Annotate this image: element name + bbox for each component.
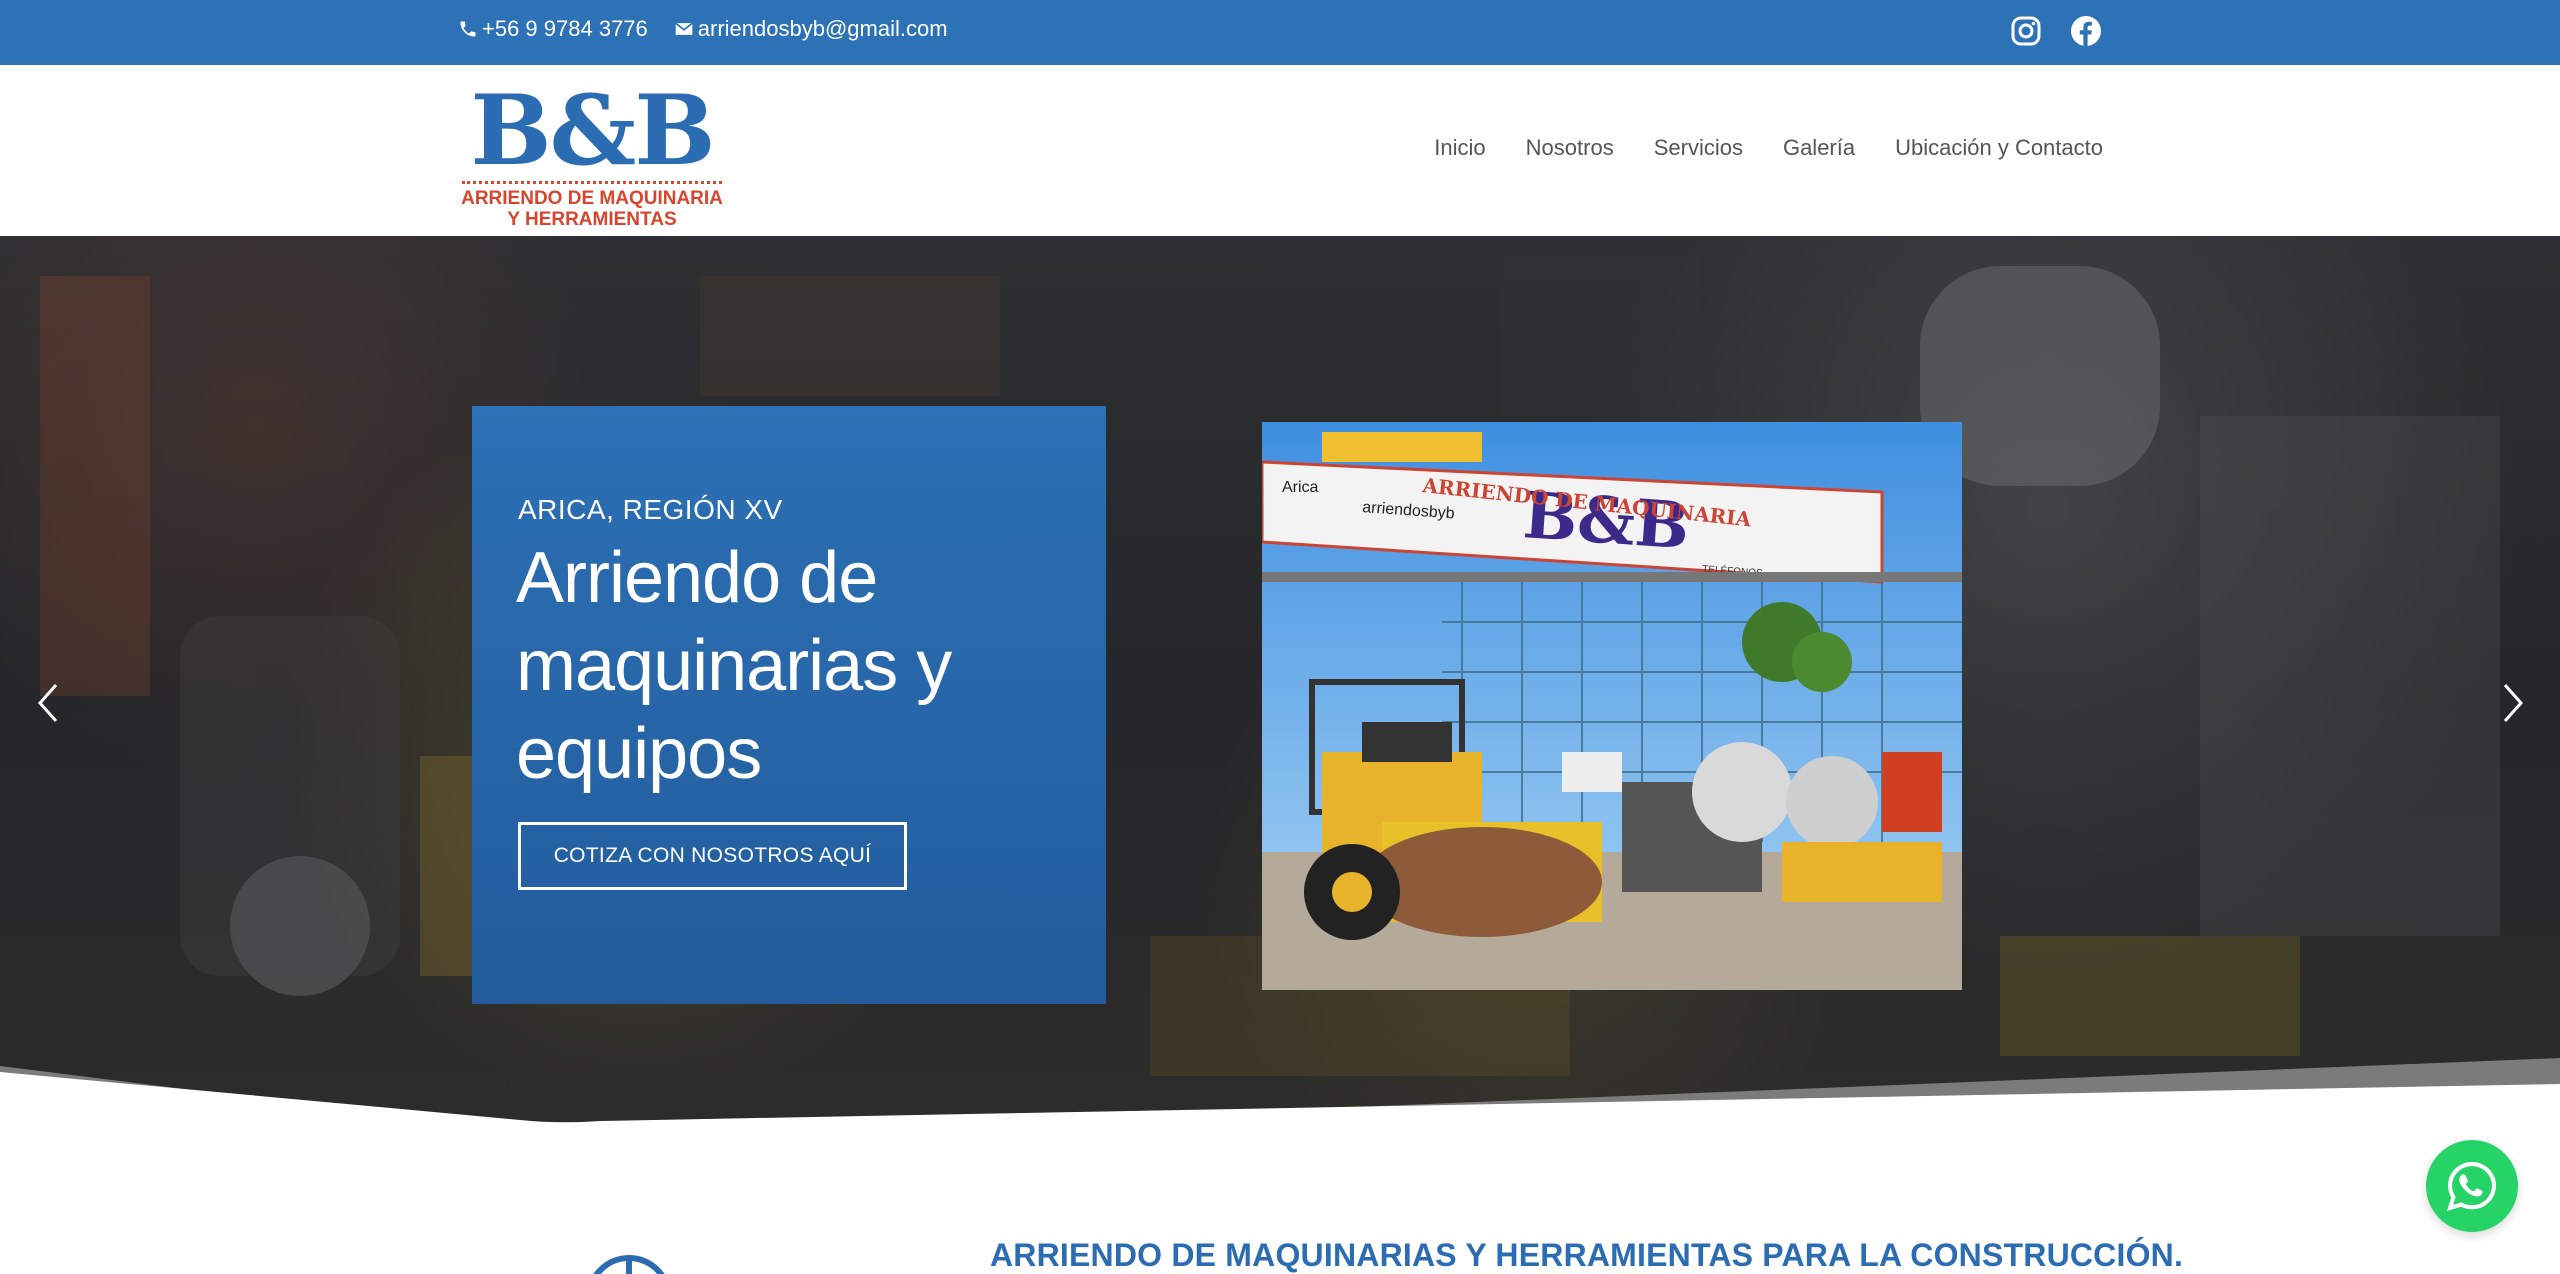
email-text: arriendosbyb@gmail.com	[697, 16, 948, 41]
helmet-icon	[593, 1255, 665, 1274]
envelope-icon	[674, 22, 693, 35]
sign-small-text: Arica	[1282, 479, 1319, 496]
section-title: ARRIENDO DE MAQUINARIAS Y HERRAMIENTAS P…	[990, 1237, 2184, 1273]
logo-mark: B&B	[470, 74, 716, 187]
nav-item-inicio[interactable]: Inicio	[1434, 135, 1485, 161]
site-header: B&B ARRIENDO DE MAQUINARIA Y HERRAMIENTA…	[0, 65, 2560, 236]
slider-next-arrow[interactable]	[2493, 673, 2533, 733]
hero-card: ARICA, REGIÓN XV Arriendo de maquinarias…	[472, 406, 1106, 1004]
social-links	[2009, 14, 2103, 48]
nav-item-galeria[interactable]: Galería	[1783, 135, 1855, 161]
nav-item-contacto[interactable]: Ubicación y Contacto	[1895, 135, 2103, 161]
phone-icon	[460, 21, 476, 37]
whatsapp-button[interactable]	[2426, 1140, 2518, 1232]
hero-kicker: ARICA, REGIÓN XV	[518, 494, 783, 525]
hero-slider: ARICA, REGIÓN XV Arriendo de maquinarias…	[0, 236, 2560, 1160]
phone-link[interactable]: +56 9 9784 3776	[458, 16, 648, 42]
whatsapp-icon	[2446, 1162, 2496, 1211]
facebook-icon	[2071, 16, 2101, 46]
phone-text: +56 9 9784 3776	[482, 16, 648, 41]
chevron-right-icon	[2503, 684, 2524, 722]
quote-button[interactable]: COTIZA CON NOSOTROS AQUÍ	[518, 822, 907, 890]
main-nav: Inicio Nosotros Servicios Galería Ubicac…	[1434, 135, 2103, 161]
instagram-link[interactable]	[2009, 14, 2043, 48]
logo-tagline-line1: ARRIENDO DE MAQUINARIA	[461, 188, 723, 209]
email-link[interactable]: arriendosbyb@gmail.com	[674, 16, 948, 42]
hero-title: Arriendo de maquinarias y equipos	[516, 538, 952, 794]
top-bar: +56 9 9784 3776 arriendosbyb@gmail.com	[0, 0, 2560, 65]
nav-item-servicios[interactable]: Servicios	[1654, 135, 1743, 161]
storefront-illustration: B&B ARRIENDO DE MAQUINARIA Arica arriend…	[1262, 422, 1962, 990]
instagram-icon	[2011, 16, 2041, 46]
slider-prev-arrow[interactable]	[28, 673, 68, 733]
logo-tagline-line2: Y HERRAMIENTAS	[507, 209, 677, 230]
chevron-left-icon	[37, 684, 58, 722]
facebook-link[interactable]	[2069, 14, 2103, 48]
contact-info: +56 9 9784 3776 arriendosbyb@gmail.com	[458, 16, 948, 42]
storefront-photo: B&B ARRIENDO DE MAQUINARIA Arica arriend…	[1262, 422, 1962, 990]
nav-item-nosotros[interactable]: Nosotros	[1526, 135, 1614, 161]
logo[interactable]: B&B ARRIENDO DE MAQUINARIA Y HERRAMIENTA…	[460, 74, 724, 231]
